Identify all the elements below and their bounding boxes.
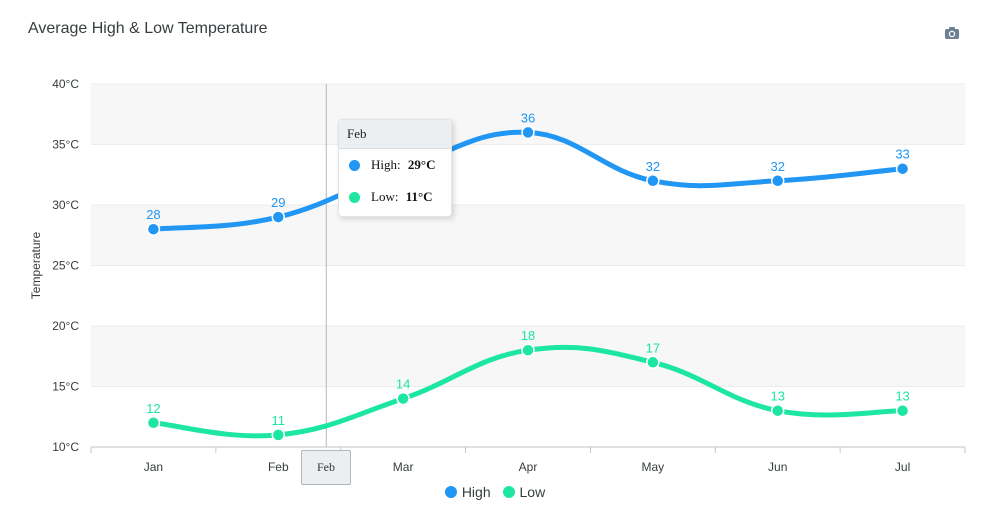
legend-item-low[interactable]: Low	[502, 484, 546, 500]
grid-band	[91, 205, 965, 266]
y-tick-label: 10°C	[52, 440, 79, 454]
tooltip-header: Feb	[339, 120, 451, 149]
high-marker-icon	[349, 160, 360, 171]
y-tick-label: 30°C	[52, 198, 79, 212]
y-axis-title: Temperature	[29, 231, 43, 299]
x-tick-label: Feb	[268, 460, 289, 474]
y-tick-label: 40°C	[52, 77, 79, 91]
data-point-high	[521, 125, 535, 140]
line-chart: 40°C 35°C 30°C 25°C 20°C 15°C 10°C Temperature J…	[29, 77, 966, 474]
y-tick-label: 35°C	[52, 138, 79, 152]
data-point-low	[271, 428, 286, 442]
data-label-low: 13	[895, 389, 909, 404]
data-point-high	[895, 161, 910, 176]
data-point-high	[770, 174, 785, 188]
y-tick-label: 25°C	[52, 259, 79, 273]
crosshair-x-label: Feb	[301, 450, 351, 485]
data-point-low	[895, 403, 910, 418]
y-tick-label: 15°C	[52, 380, 79, 394]
tooltip-low-value: 11°C	[405, 189, 433, 204]
legend-low-marker-icon	[502, 486, 515, 498]
x-tick-label: Jun	[768, 460, 787, 474]
data-point-low	[396, 391, 410, 406]
legend-low-label: Low	[519, 484, 546, 500]
x-tick-label: Jul	[895, 460, 910, 474]
data-label-high: 28	[146, 207, 160, 222]
tooltip-row-low: Low: 11°C	[339, 181, 451, 213]
legend-high-label: High	[461, 484, 491, 500]
data-label-low: 14	[396, 377, 410, 392]
data-label-high: 36	[521, 110, 535, 125]
data-label-low: 13	[770, 389, 784, 404]
data-label-low: 17	[646, 340, 660, 355]
legend-high-marker-icon	[444, 486, 457, 498]
tooltip-high-label: High:	[371, 157, 401, 172]
data-label-low: 18	[521, 328, 535, 343]
x-tick-label: May	[642, 460, 665, 474]
data-label-high: 32	[770, 159, 784, 174]
x-tick-label: Mar	[393, 460, 414, 474]
data-point-low	[146, 416, 161, 430]
legend: High Low	[0, 484, 990, 501]
data-point-high	[646, 174, 660, 188]
data-label-high: 29	[271, 195, 285, 210]
data-point-low	[521, 343, 535, 357]
data-point-high	[271, 210, 286, 224]
x-tick-label: Apr	[519, 460, 538, 474]
low-marker-icon	[349, 192, 360, 203]
tooltip-low-label: Low:	[371, 189, 399, 204]
legend-item-high[interactable]: High	[444, 484, 491, 500]
y-tick-label: 20°C	[52, 319, 79, 333]
data-point-low	[770, 403, 785, 418]
data-label-low: 12	[146, 401, 160, 416]
data-label-high: 33	[895, 147, 909, 162]
data-label-high: 32	[646, 159, 660, 174]
data-label-low: 11	[272, 413, 286, 428]
x-tick-label: Jan	[144, 460, 163, 474]
tooltip: Feb High: 29°C Low: 11°C	[338, 119, 452, 217]
data-point-low	[646, 355, 660, 370]
data-point-high	[146, 222, 161, 236]
tooltip-high-value: 29°C	[407, 157, 436, 172]
tooltip-row-high: High: 29°C	[339, 149, 451, 181]
